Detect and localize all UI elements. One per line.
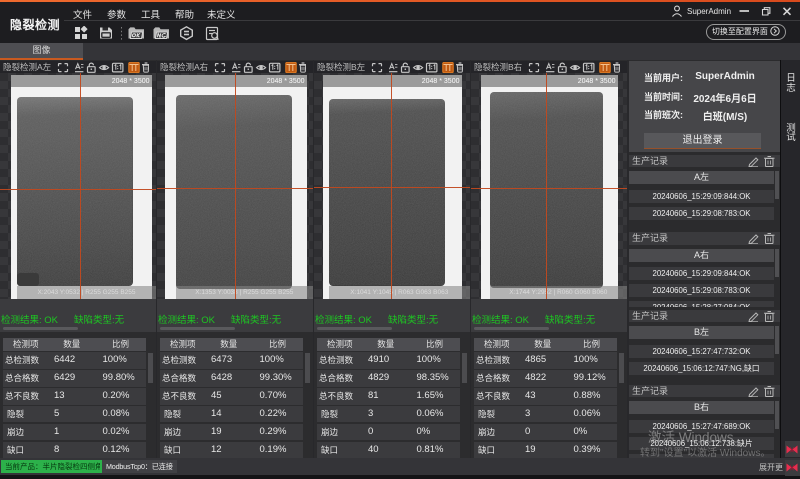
svg-text:SuperAdmin: SuperAdmin [687,7,731,16]
